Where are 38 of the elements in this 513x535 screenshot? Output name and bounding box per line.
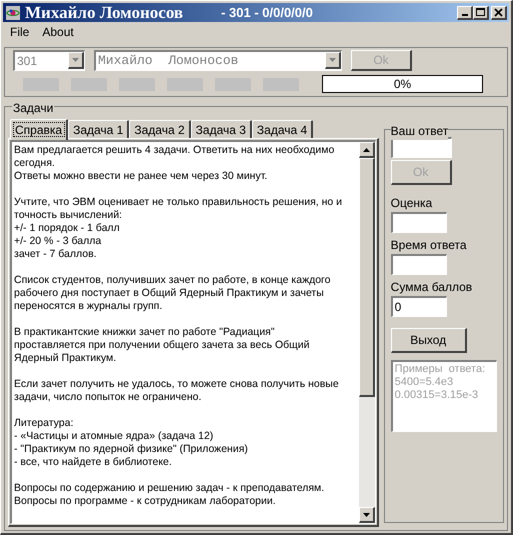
tab[interactable]: Задача 2	[129, 120, 191, 138]
input-field[interactable]: 0	[390, 296, 447, 317]
paragraph: Если зачет получить не удалось, то можете снова получить новые задачи, число попыток не ограничено.	[14, 378, 340, 404]
paragraph: Вопросы по содержанию и решению задач - к преподавателям. Вопросы по программе - к сотрудникам лаборатории.	[14, 482, 326, 508]
field-label: Время ответа	[390, 238, 468, 252]
exit-button[interactable]: Выход	[390, 328, 467, 353]
paragraph: Учтите, что ЭВМ оценивает не только правильность решения, но и точность вычислений: +/- 1 порядок - 1 балл +/- 20 % - 3 балла зачет - 7 баллов.	[14, 196, 344, 261]
scrollbar[interactable]	[358, 142, 375, 523]
field-label: Сумма баллов	[390, 280, 474, 294]
close-button[interactable]	[491, 6, 507, 20]
app-icon	[5, 4, 21, 20]
dropdown-arrow-icon	[72, 58, 79, 62]
examples-text: Примеры ответа: 5400=5.4e3 0.00315=3.15e-3	[394, 363, 486, 402]
input-field[interactable]	[390, 254, 447, 275]
dropdown-arrow-icon	[329, 58, 336, 62]
input-field[interactable]	[390, 212, 447, 233]
window-title: Михайло Ломоносов	[25, 2, 184, 24]
tab[interactable]: Справка	[10, 119, 68, 140]
paragraph: Список студентов, получивших зачет по работе, в конце каждого рабочего дня поступает в Общий Ядерный Практикум и зачеты переносятся в журналы групп.	[14, 274, 332, 313]
maximize-icon	[474, 6, 487, 18]
answer-field[interactable]	[390, 137, 452, 158]
close-icon	[492, 6, 505, 18]
window-subtitle: - 301 - 0/0/0/0/0	[221, 4, 313, 22]
progress-label: 0%	[394, 76, 412, 93]
field-label: Оценка	[390, 196, 434, 210]
minimize-icon	[462, 14, 468, 16]
paragraph: Вам предлагается решить 4 задачи. Ответить на них необходимо сегодня. Ответы можно ввести не ранее чем через 30 минут.	[14, 144, 336, 183]
paragraph: Литература: - «Частицы и атомные ядра» (задача 12) - "Практикум по ядерной физике" (Приложения) - все, что найдете в библиотеке.	[14, 417, 249, 469]
menu-item[interactable]: About	[42, 23, 74, 41]
tab[interactable]: Задача 3	[190, 120, 252, 138]
maximize-button[interactable]	[473, 6, 489, 20]
paragraph: В практикантские книжки зачет по работе "Радиация" проставляется при получении общего зачета за весь Общий Ядерный Практикум.	[14, 326, 311, 365]
tab[interactable]: Задача 1	[68, 120, 130, 138]
minimize-button[interactable]	[457, 6, 473, 20]
scroll-down-icon[interactable]	[362, 512, 370, 516]
menu-item[interactable]: File	[10, 23, 30, 41]
scroll-up-icon[interactable]	[362, 148, 370, 152]
tab[interactable]: Задача 4	[252, 120, 314, 138]
